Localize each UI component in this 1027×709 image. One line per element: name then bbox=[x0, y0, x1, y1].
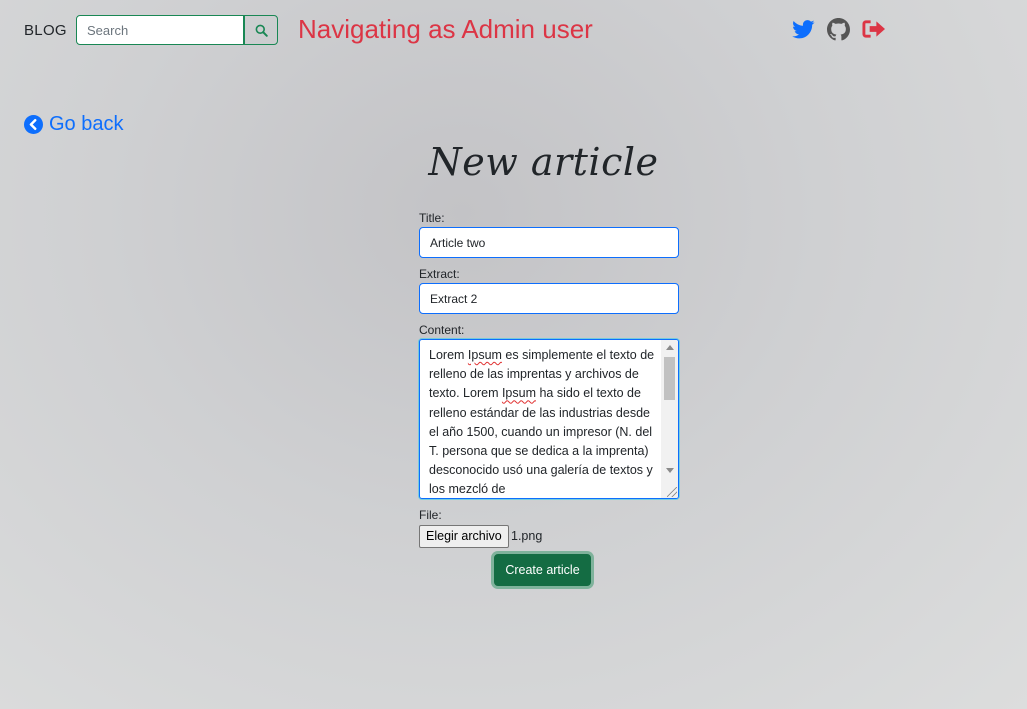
search-button[interactable] bbox=[244, 15, 278, 45]
scroll-thumb[interactable] bbox=[664, 357, 675, 400]
title-input[interactable] bbox=[419, 227, 679, 258]
logout-icon bbox=[861, 19, 885, 39]
twitter-icon bbox=[791, 19, 815, 39]
extract-label: Extract: bbox=[419, 267, 460, 281]
create-article-button[interactable]: Create article bbox=[494, 554, 591, 586]
spellcheck-word: Ipsum bbox=[501, 386, 536, 401]
github-link[interactable] bbox=[826, 17, 850, 41]
content-text: Lorem Ipsum es simplemente el texto de r… bbox=[429, 348, 655, 497]
extract-input[interactable] bbox=[419, 283, 679, 314]
go-back-label: Go back bbox=[49, 113, 124, 135]
search-icon bbox=[255, 24, 268, 37]
search-input[interactable] bbox=[76, 15, 244, 45]
file-label: File: bbox=[419, 508, 442, 522]
admin-status-text: Navigating as Admin user bbox=[298, 14, 593, 44]
page-title: New article bbox=[428, 140, 659, 184]
spellcheck-word: Ipsum bbox=[467, 348, 502, 362]
chevron-left-circle-icon bbox=[24, 115, 43, 134]
brand-link[interactable]: BLOG bbox=[24, 22, 67, 39]
go-back-link[interactable]: Go back bbox=[24, 113, 123, 136]
content-scrollbar[interactable] bbox=[661, 340, 678, 498]
resize-grip-icon[interactable] bbox=[667, 487, 677, 497]
content-label: Content: bbox=[419, 323, 465, 337]
scroll-up-arrow-icon[interactable] bbox=[666, 345, 674, 350]
twitter-link[interactable] bbox=[791, 18, 815, 40]
content-textarea[interactable]: Lorem Ipsum es simplemente el texto de r… bbox=[419, 339, 679, 499]
title-label: Title: bbox=[419, 211, 445, 225]
selected-file-name: 1.png bbox=[511, 529, 543, 543]
choose-file-button[interactable]: Elegir archivo bbox=[419, 525, 509, 548]
logout-link[interactable] bbox=[861, 18, 885, 40]
scroll-down-arrow-icon[interactable] bbox=[666, 468, 674, 473]
github-icon bbox=[826, 17, 850, 41]
